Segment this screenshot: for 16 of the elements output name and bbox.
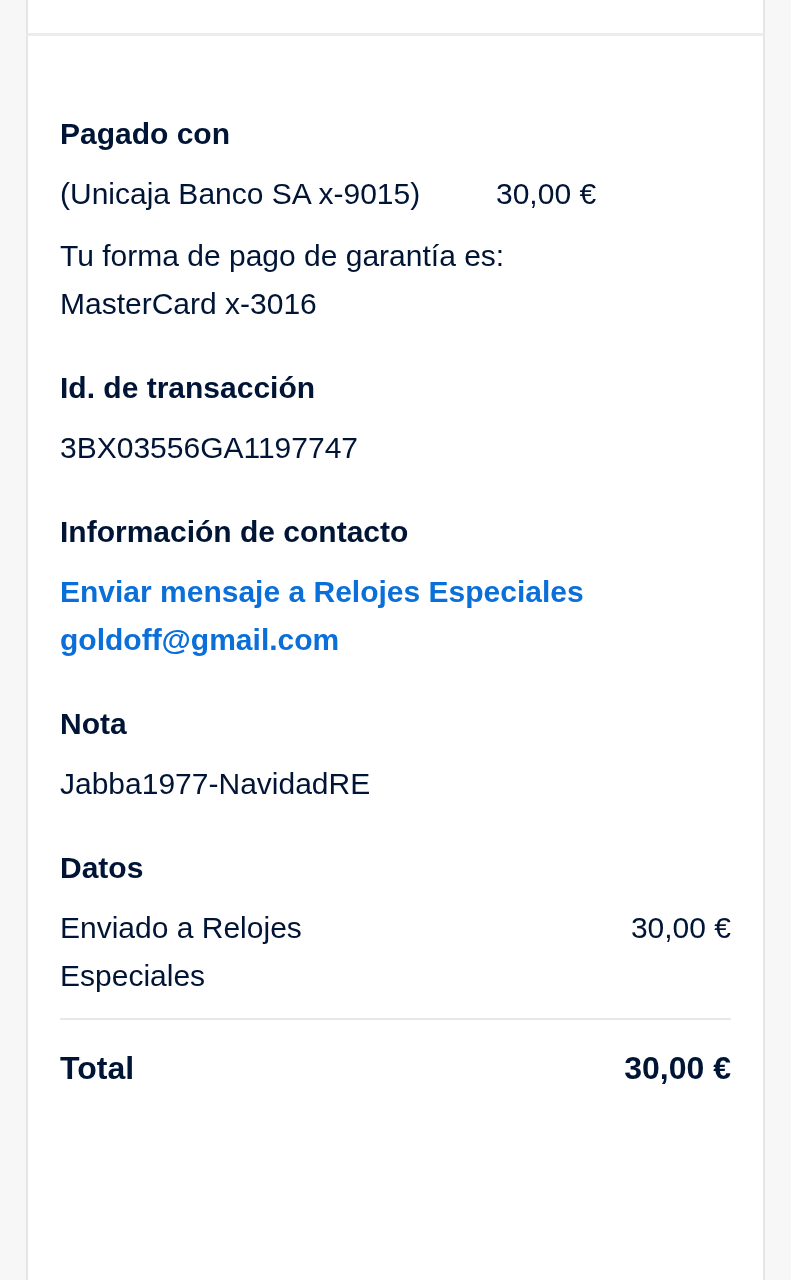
total-amount: 30,00 € (624, 1049, 731, 1088)
section-heading: Id. de transacción (60, 370, 317, 406)
contact-link[interactable]: Enviar mensaje a Relojes Especiales (60, 568, 731, 616)
payment-source: (Unicaja Banco SA x-9015) (60, 176, 422, 212)
section-heading: Pagado con (60, 116, 232, 152)
detail-amount: 30,00 € (630, 910, 731, 946)
section-heading: Nota (60, 706, 128, 742)
note-text: Jabba1977-NavidadRE (60, 766, 372, 802)
backup-payment-text: Tu forma de pago de garantía es: MasterCard x-3016 (60, 238, 506, 322)
detail-label: Enviado a Relojes Especiales (60, 910, 303, 994)
transaction-id: 3BX03556GA1197747 (60, 430, 360, 466)
total-label: Total (60, 1049, 135, 1088)
payment-amount: 30,00 € (496, 176, 597, 212)
section-heading: Información de contacto (60, 514, 410, 550)
section-heading: Datos (60, 850, 145, 886)
contact-link[interactable]: goldoff@gmail.com (60, 616, 731, 664)
